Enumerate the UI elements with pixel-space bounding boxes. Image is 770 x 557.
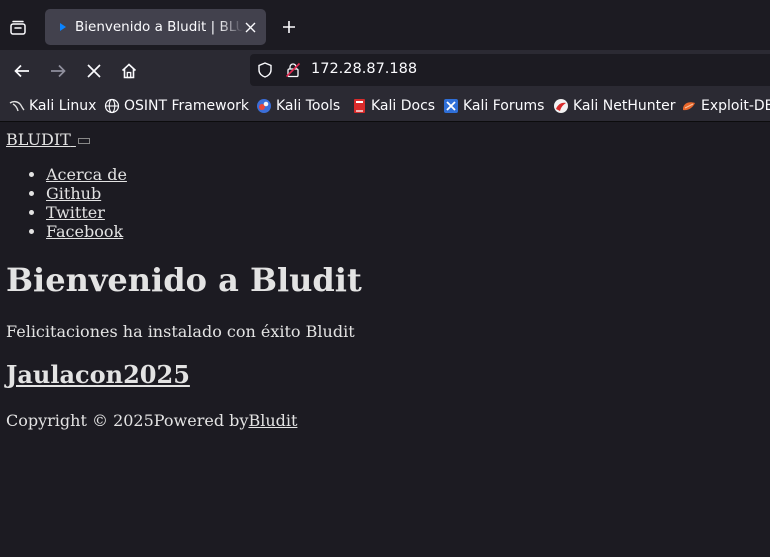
nav-link-twitter[interactable]: Twitter xyxy=(46,203,105,222)
new-tab-icon[interactable] xyxy=(278,16,300,38)
tab-list-icon[interactable] xyxy=(6,16,30,40)
broken-logo-image xyxy=(77,137,90,144)
bookmark-osint-framework[interactable]: OSINT Framework xyxy=(104,96,249,116)
footer-bludit-link[interactable]: Bludit xyxy=(248,411,297,430)
site-nav-menu: Acerca de Github Twitter Facebook xyxy=(0,165,127,241)
bookmark-label: Kali Docs xyxy=(371,98,436,114)
browser-tab-active[interactable]: Bienvenido a Bludit | BLUDIT xyxy=(45,9,266,45)
bookmark-kali-forums[interactable]: Kali Forums xyxy=(443,96,544,116)
navigation-toolbar: 172.28.87.188 xyxy=(0,50,770,90)
kali-docs-icon xyxy=(351,98,367,114)
post-title: Jaulacon2025 xyxy=(6,360,190,389)
nav-item-github: Github xyxy=(46,184,127,203)
bookmark-label: OSINT Framework xyxy=(124,98,250,114)
tab-title: Bienvenido a Bludit | BLUDIT xyxy=(75,19,243,35)
nethunter-icon xyxy=(553,98,569,114)
nav-link-facebook[interactable]: Facebook xyxy=(46,222,123,241)
insecure-lock-icon[interactable] xyxy=(285,62,301,78)
brand-text: BLUDIT xyxy=(6,130,71,149)
bookmark-kali-tools[interactable]: Kali Tools xyxy=(256,96,340,116)
kali-forums-icon xyxy=(443,98,459,114)
kali-tools-icon xyxy=(256,98,272,114)
hero-description: Felicitaciones ha instalado con éxito Bl… xyxy=(6,322,355,341)
post-title-link[interactable]: Jaulacon2025 xyxy=(6,360,190,389)
stop-loading-icon[interactable] xyxy=(81,58,107,84)
kali-dragon-icon xyxy=(9,98,25,114)
globe-icon xyxy=(104,98,120,114)
bookmark-label: Kali Tools xyxy=(276,98,341,114)
site-footer: Copyright © 2025Powered byBludit xyxy=(6,411,297,430)
site-brand-link[interactable]: BLUDIT xyxy=(6,130,90,149)
bookmark-label: Kali Linux xyxy=(29,98,97,114)
tab-strip: Bienvenido a Bludit | BLUDIT xyxy=(0,0,770,54)
nav-item-facebook: Facebook xyxy=(46,222,127,241)
address-bar[interactable]: 172.28.87.188 xyxy=(250,54,770,86)
page-content: BLUDIT Acerca de Github Twitter Facebook… xyxy=(0,122,770,557)
bookmark-kali-docs[interactable]: Kali Docs xyxy=(351,96,435,116)
bookmark-exploit-db[interactable]: Exploit-DB xyxy=(681,96,770,116)
nav-item-twitter: Twitter xyxy=(46,203,127,222)
forward-arrow-icon[interactable] xyxy=(45,58,71,84)
bookmark-kali-linux[interactable]: Kali Linux xyxy=(9,96,96,116)
exploit-db-icon xyxy=(681,98,697,114)
bookmark-kali-nethunter[interactable]: Kali NetHunter xyxy=(553,96,675,116)
url-text: 172.28.87.188 xyxy=(311,61,418,77)
close-tab-icon[interactable] xyxy=(242,19,258,35)
nav-link-about[interactable]: Acerca de xyxy=(46,165,127,184)
footer-powered-by: Powered by xyxy=(153,411,249,430)
nav-item-about: Acerca de xyxy=(46,165,127,184)
tracking-protection-shield-icon[interactable] xyxy=(257,62,273,78)
footer-copyright: Copyright © 2025 xyxy=(6,411,154,430)
bookmark-label: Exploit-DB xyxy=(701,98,770,114)
back-arrow-icon[interactable] xyxy=(9,58,35,84)
bludit-favicon-icon xyxy=(55,19,71,35)
home-icon[interactable] xyxy=(116,58,142,84)
bookmark-label: Kali NetHunter xyxy=(573,98,676,114)
bookmarks-toolbar: Kali Linux OSINT Framework Kali Tools Ka… xyxy=(0,90,770,122)
nav-link-github[interactable]: Github xyxy=(46,184,101,203)
hero-title: Bienvenido a Bludit xyxy=(6,261,362,299)
bookmark-label: Kali Forums xyxy=(463,98,545,114)
